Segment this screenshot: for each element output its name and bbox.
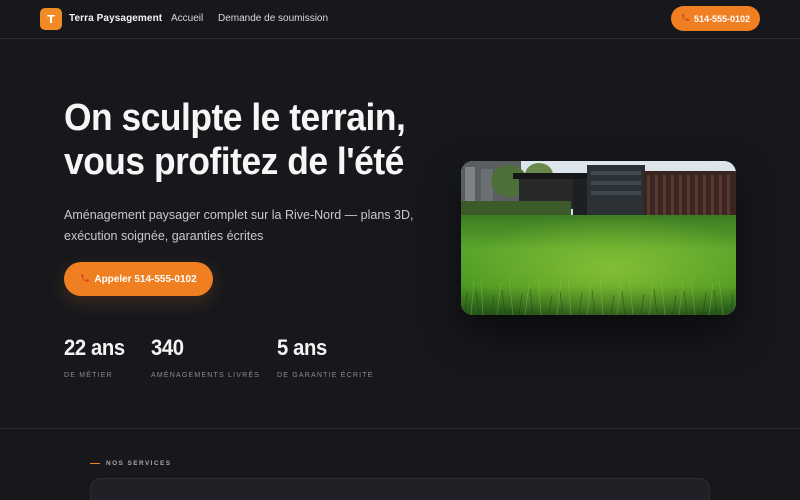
stat-label: DE MÉTIER bbox=[64, 372, 113, 379]
phone-icon bbox=[681, 13, 690, 24]
call-button[interactable]: Appeler 514-555-0102 bbox=[64, 262, 213, 296]
hero-title: On sculpte le terrain, vous profitez de … bbox=[64, 96, 436, 184]
logo-mark[interactable]: T bbox=[40, 8, 62, 30]
call-button-label: Appeler 514-555-0102 bbox=[94, 273, 197, 285]
brand-name[interactable]: Terra Paysagement bbox=[69, 13, 162, 24]
stat-value: 5 ans bbox=[277, 335, 327, 360]
section-divider bbox=[0, 428, 800, 429]
phone-icon bbox=[80, 273, 90, 285]
nav-phone-label: 514-555-0102 bbox=[693, 13, 751, 24]
hero-subtitle-line-2: exécution soignée, garanties écrites bbox=[64, 229, 264, 243]
services-card bbox=[90, 478, 710, 500]
stat-value: 22 ans bbox=[64, 335, 125, 360]
stat-value: 340 bbox=[151, 335, 184, 360]
hero-title-line-2: vous profitez de l'été bbox=[64, 141, 404, 183]
services-eyebrow-dash bbox=[90, 463, 100, 464]
nav-phone-button[interactable]: 514-555-0102 bbox=[671, 6, 760, 31]
page: T Terra Paysagement Accueil Demande de s… bbox=[0, 0, 800, 500]
hero-subtitle-line-1: Aménagement paysager complet sur la Rive… bbox=[64, 208, 414, 222]
services-eyebrow: NOS SERVICES bbox=[106, 460, 172, 467]
stat-label: AMÉNAGEMENTS LIVRÉS bbox=[151, 372, 261, 379]
top-navigation: T Terra Paysagement Accueil Demande de s… bbox=[0, 0, 800, 39]
hero-title-line-1: On sculpte le terrain, bbox=[64, 97, 406, 139]
nav-link-soumission[interactable]: Demande de soumission bbox=[218, 13, 328, 24]
stat-warranty: 5 ans DE GARANTIE ÉCRITE bbox=[277, 335, 374, 379]
lawn-photo bbox=[461, 161, 736, 315]
nav-link-accueil[interactable]: Accueil bbox=[171, 13, 203, 24]
hero-subtitle: Aménagement paysager complet sur la Rive… bbox=[64, 205, 424, 247]
stat-years: 22 ans DE MÉTIER bbox=[64, 335, 130, 379]
stat-label: DE GARANTIE ÉCRITE bbox=[277, 372, 374, 379]
stat-projects: 340 AMÉNAGEMENTS LIVRÉS bbox=[151, 335, 260, 379]
